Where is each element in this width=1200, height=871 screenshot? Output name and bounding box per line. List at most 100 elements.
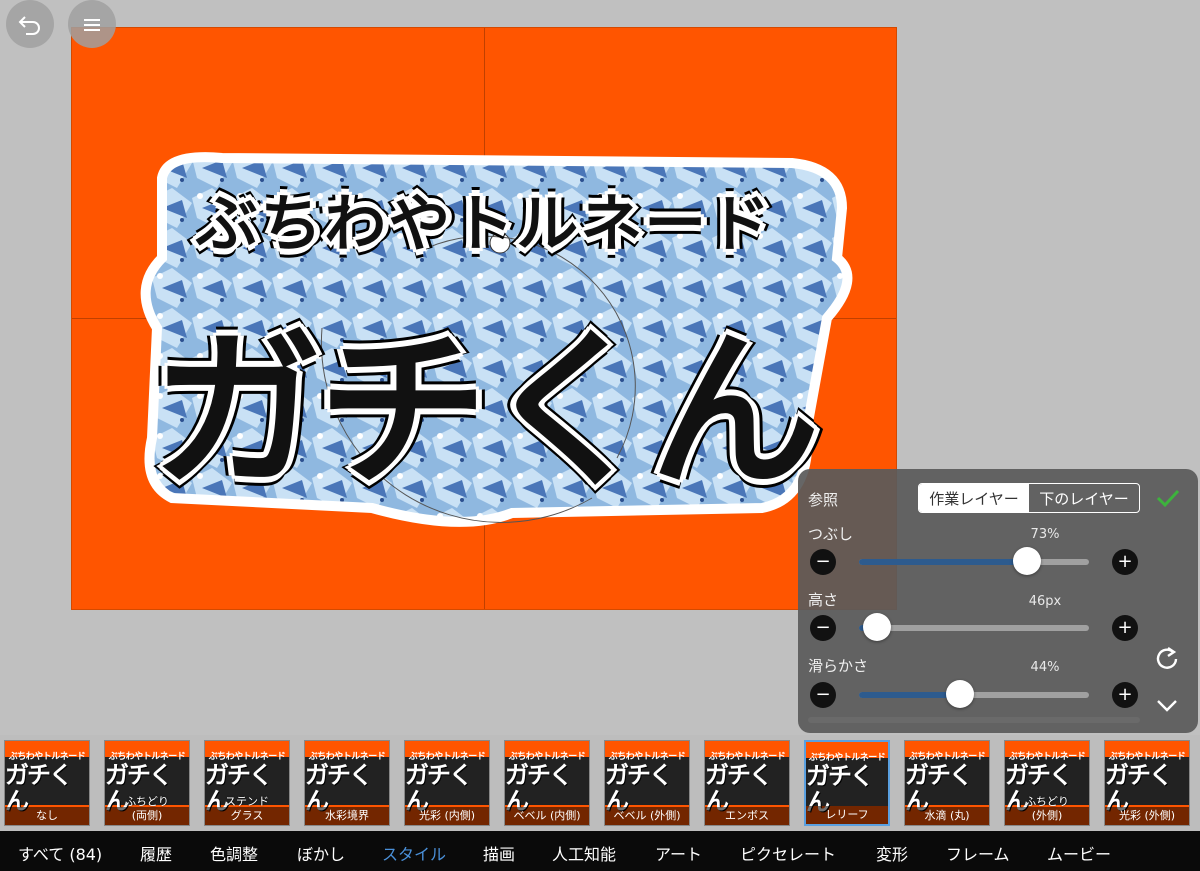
crush-slider-knob[interactable] [1013, 547, 1041, 575]
thumb-preview: ぶちわやトルネード ガチくん [405, 752, 489, 814]
thumb-label: 水滴 (丸) [905, 807, 989, 825]
smoothness-plus-button[interactable]: + [1112, 682, 1138, 708]
thumb-preview-line1: ぶちわやトルネード [808, 752, 886, 763]
height-slider[interactable] [859, 613, 1089, 641]
thumb-preview-line1: ぶちわやトルネード [108, 751, 186, 762]
thumb-label: エンボス [705, 807, 789, 825]
reference-label: 参照 [808, 491, 839, 509]
crush-plus-button[interactable]: + [1112, 549, 1138, 575]
reference-segmented-control[interactable]: 作業レイヤー 下のレイヤー [918, 483, 1140, 513]
thumb-preview-line2: ガチくん [5, 760, 73, 815]
thumb-preview-line2: ガチくん [605, 760, 673, 815]
thumb-label: グラス [205, 807, 289, 825]
chevron-down-icon[interactable] [1153, 691, 1181, 719]
segment-working-layer[interactable]: 作業レイヤー [919, 484, 1029, 512]
smoothness-slider-knob[interactable] [946, 680, 974, 708]
thumb-preview: ぶちわやトルネード ガチくん [605, 752, 689, 814]
thumb-label: ベベル (外側) [605, 807, 689, 825]
crush-slider-fill [859, 559, 1027, 565]
reset-icon[interactable] [1153, 644, 1181, 672]
slider-value-height: 46px [1028, 594, 1062, 609]
thumb-preview-line2: ガチくん [305, 760, 373, 815]
tab-6[interactable]: 人工知能 [552, 841, 616, 865]
thumb-label: 水彩境界 [305, 807, 389, 825]
slider-label-height: 高さ [808, 591, 839, 609]
thumb-label: 光彩 (外側) [1105, 807, 1189, 825]
tab-8[interactable]: ピクセレート [740, 841, 836, 865]
height-plus-button[interactable]: + [1112, 615, 1138, 641]
thumb-label: 光彩 (内側) [405, 807, 489, 825]
thumb-preview-line1: ぶちわやトルネード [508, 751, 586, 762]
tab-9[interactable]: 変形 [876, 841, 908, 865]
thumb-label: (両側) [105, 807, 189, 825]
thumb-preview: ぶちわやトルネード ガチくん [305, 752, 389, 814]
thumb-preview-line1: ぶちわやトルネード [8, 751, 86, 762]
slider-value-crush: 73% [1030, 527, 1060, 542]
tab-3[interactable]: ぼかし [297, 841, 345, 865]
filter-thumb[interactable]: ぶちわやトルネード ガチくん 水彩境界 [304, 740, 390, 826]
smoothness-minus-button[interactable]: − [810, 682, 836, 708]
height-slider-knob[interactable] [863, 613, 891, 641]
filter-thumb[interactable]: ぶちわやトルネード ガチくん エンボス [704, 740, 790, 826]
relief-settings-panel: 参照 作業レイヤー 下のレイヤー つぶし 73% − + 高さ 46px − +… [798, 469, 1198, 733]
crush-minus-button[interactable]: − [810, 549, 836, 575]
thumb-preview: ぶちわやトルネード ガチくん [806, 753, 888, 815]
thumb-preview-line1: ぶちわやトルネード [708, 751, 786, 762]
thumb-preview-line1: ぶちわやトルネード [208, 751, 286, 762]
height-minus-button[interactable]: − [810, 615, 836, 641]
tab-7[interactable]: アート [655, 841, 702, 865]
filter-thumb[interactable]: ぶちわやトルネード ガチくん レリーフ [804, 740, 890, 826]
thumb-preview-line1: ぶちわやトルネード [608, 751, 686, 762]
image-canvas[interactable]: ぶちわやトルネード ガチくん [71, 27, 897, 610]
thumb-preview-line2: ガチくん [405, 760, 473, 815]
panel-scrollbar[interactable] [808, 717, 1140, 723]
confirm-check-icon[interactable] [1153, 483, 1183, 513]
thumb-preview-line2: ガチくん [1105, 760, 1173, 815]
tab-5[interactable]: 描画 [483, 841, 515, 865]
filter-thumb[interactable]: ぶちわやトルネード ガチくん 水滴 (丸) [904, 740, 990, 826]
thumb-preview-line1: ぶちわやトルネード [1108, 751, 1186, 762]
thumb-preview: ぶちわやトルネード ガチくん [5, 752, 89, 814]
tab-2[interactable]: 色調整 [210, 841, 258, 865]
filter-thumb[interactable]: ぶちわやトルネード ガチくん ふちどり (外側) [1004, 740, 1090, 826]
undo-button[interactable] [6, 0, 54, 48]
thumb-preview-line1: ぶちわやトルネード [408, 751, 486, 762]
thumb-label: レリーフ [806, 806, 888, 824]
thumb-label: なし [5, 807, 89, 825]
undo-arrow-icon [18, 16, 40, 35]
thumb-preview-line1: ぶちわやトルネード [908, 751, 986, 762]
slider-label-crush: つぶし [808, 525, 854, 543]
filter-thumb[interactable]: ぶちわやトルネード ガチくん なし [4, 740, 90, 826]
thumb-preview: ぶちわやトルネード ガチくん [705, 752, 789, 814]
logo-text-line1: ぶちわやトルネード [195, 187, 773, 260]
category-tab-bar: すべて (84) 履歴 色調整 ぼかし スタイル 描画 人工知能 アート ピクセレート 変形 フレー… [0, 831, 1200, 871]
filter-thumbnail-strip[interactable]: ぶちわやトルネード ガチくん なし ぶちわやトルネード ガチくん ふちどり (両側) ぶちわや… [0, 735, 1200, 831]
tab-11[interactable]: ムービー [1047, 841, 1111, 865]
segment-lower-layer[interactable]: 下のレイヤー [1029, 484, 1139, 512]
thumb-preview: ぶちわやトルネード ガチくん [505, 752, 589, 814]
thumb-label: (外側) [1005, 807, 1089, 825]
filter-thumb[interactable]: ぶちわやトルネード ガチくん ベベル (内側) [504, 740, 590, 826]
tab-0[interactable]: すべて (84) [18, 841, 102, 865]
tab-10[interactable]: フレーム [946, 841, 1010, 865]
smoothness-slider[interactable] [859, 680, 1089, 708]
filter-thumb[interactable]: ぶちわやトルネード ガチくん ふちどり (両側) [104, 740, 190, 826]
thumb-preview: ぶちわやトルネード ガチくん [905, 752, 989, 814]
filter-thumb[interactable]: ぶちわやトルネード ガチくん ベベル (外側) [604, 740, 690, 826]
tab-4[interactable]: スタイル [382, 841, 446, 865]
menu-button[interactable] [68, 0, 116, 48]
filter-thumb[interactable]: ぶちわやトルネード ガチくん 光彩 (内側) [404, 740, 490, 826]
thumb-preview: ぶちわやトルネード ガチくん [1105, 752, 1189, 814]
thumb-preview-line2: ガチくん [905, 760, 973, 815]
thumb-preview-line2: ガチくん [505, 760, 573, 815]
slider-value-smoothness: 44% [1030, 660, 1060, 675]
menu-lines-icon [84, 19, 100, 31]
thumb-preview-line2: ガチくん [705, 760, 773, 815]
smoothness-slider-fill [859, 692, 960, 698]
filter-thumb[interactable]: ぶちわやトルネード ガチくん ステンド グラス [204, 740, 290, 826]
thumb-label: ベベル (内側) [505, 807, 589, 825]
thumb-preview-line1: ぶちわやトルネード [1008, 751, 1086, 762]
filter-thumb[interactable]: ぶちわやトルネード ガチくん 光彩 (外側) [1104, 740, 1190, 826]
crush-slider[interactable] [859, 547, 1089, 575]
tab-1[interactable]: 履歴 [140, 841, 172, 865]
